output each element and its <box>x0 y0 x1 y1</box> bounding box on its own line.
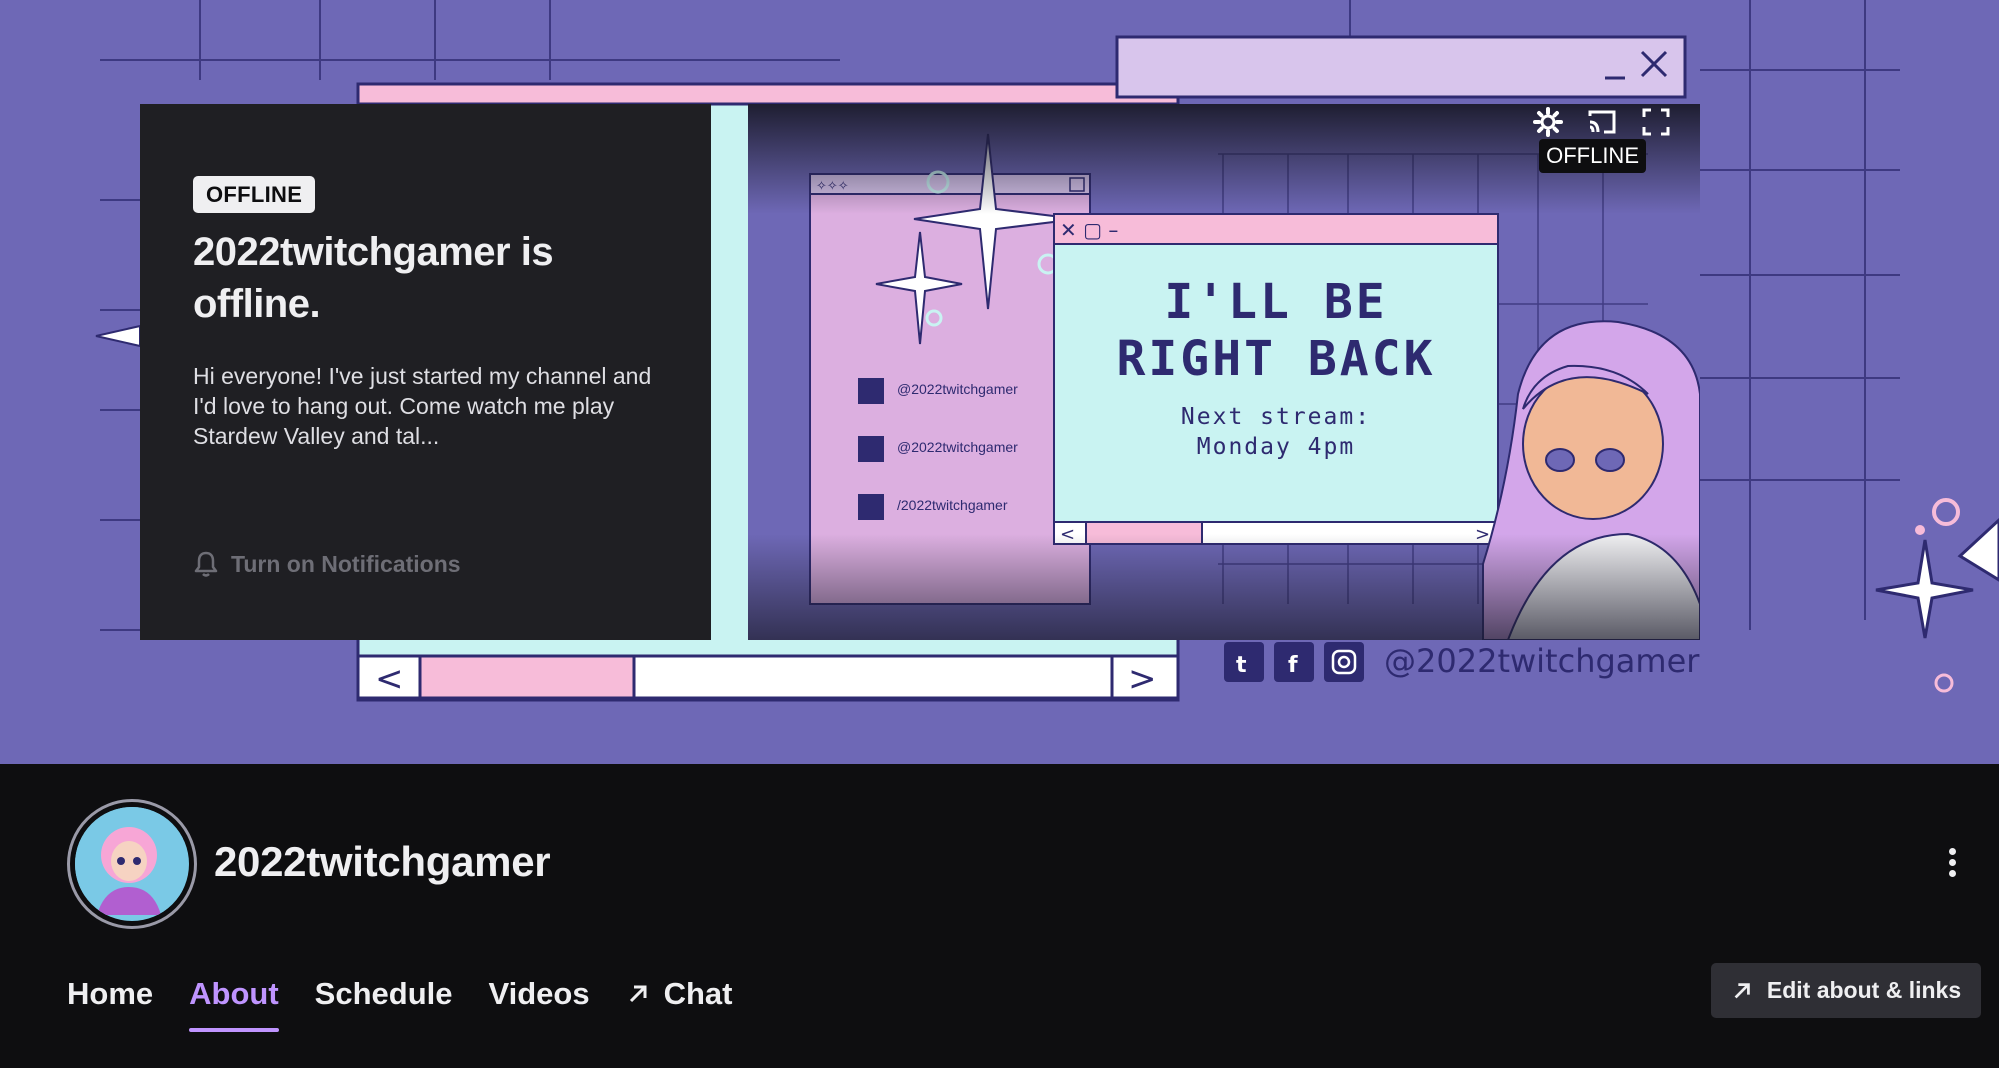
brb-line-1: I'LL BE <box>1164 274 1388 330</box>
tab-label: Chat <box>663 976 733 1011</box>
tab-chat[interactable]: Chat <box>626 976 733 1026</box>
gear-icon[interactable] <box>1530 104 1566 140</box>
notifications-label: Turn on Notifications <box>231 550 461 577</box>
channel-name: 2022twitchgamer <box>214 838 551 885</box>
channel-banner: < > t f @2022twitchgamer OFFLINE 2022twi… <box>0 0 1999 764</box>
bell-icon <box>194 551 218 577</box>
tab-label: Videos <box>488 976 590 1011</box>
cast-icon[interactable] <box>1584 104 1620 140</box>
player-status-badge: OFFLINE <box>1539 139 1646 173</box>
svg-text:>: > <box>1128 659 1157 699</box>
more-vertical-icon <box>1948 848 1956 855</box>
brb-message: I'LL BE RIGHT BACK Next stream: Monday 4… <box>1054 274 1498 462</box>
banner-social-handle: @2022twitchgamer <box>1384 642 1700 680</box>
channel-tabs: Home About Schedule Videos Chat <box>67 976 768 1032</box>
player-social-twitter: @2022twitchgamer <box>897 381 1018 397</box>
player-social-youtube: /2022twitchgamer <box>897 497 1008 513</box>
brb-line-2: RIGHT BACK <box>1116 331 1436 387</box>
tab-label: Home <box>67 976 154 1011</box>
player-social-instagram: @2022twitchgamer <box>897 439 1018 455</box>
arrow-up-right-icon <box>629 985 647 1003</box>
next-stream-label: Next stream: <box>1180 404 1372 430</box>
tab-about[interactable]: About <box>189 976 279 1032</box>
offline-title: 2022twitchgamer is offline. <box>193 230 554 326</box>
svg-text:<: < <box>375 659 404 699</box>
fullscreen-icon[interactable] <box>1638 104 1674 140</box>
tab-label: About <box>189 976 279 1011</box>
tab-schedule[interactable]: Schedule <box>315 976 453 1026</box>
channel-description: Hi everyone! I've just started my channe… <box>193 363 652 449</box>
tab-home[interactable]: Home <box>67 976 153 1026</box>
more-dot <box>1948 870 1956 877</box>
svg-text:t: t <box>1236 653 1247 678</box>
more-dot <box>1948 859 1956 866</box>
offline-info-card: OFFLINE 2022twitchgamer is offline. Hi e… <box>140 104 711 640</box>
more-options-button[interactable] <box>1942 844 1962 884</box>
avatar-image <box>75 807 189 921</box>
turn-on-notifications-button[interactable]: Turn on Notifications <box>193 550 461 578</box>
edit-about-links-button[interactable]: Edit about & links <box>1711 963 1981 1018</box>
channel-avatar[interactable] <box>67 799 197 929</box>
offline-badge: OFFLINE <box>193 176 316 213</box>
svg-text:✕ ▢ –: ✕ ▢ – <box>1060 218 1118 242</box>
svg-text:f: f <box>1288 653 1298 678</box>
tab-label: Schedule <box>314 976 453 1011</box>
video-player[interactable]: ✧✧✧ ✕ ▢ – < > <box>748 104 1700 640</box>
arrow-up-right-icon <box>1734 982 1750 998</box>
tab-videos[interactable]: Videos <box>489 976 590 1026</box>
edit-button-label: Edit about & links <box>1766 977 1962 1003</box>
next-stream-time: Monday 4pm <box>1196 434 1356 460</box>
